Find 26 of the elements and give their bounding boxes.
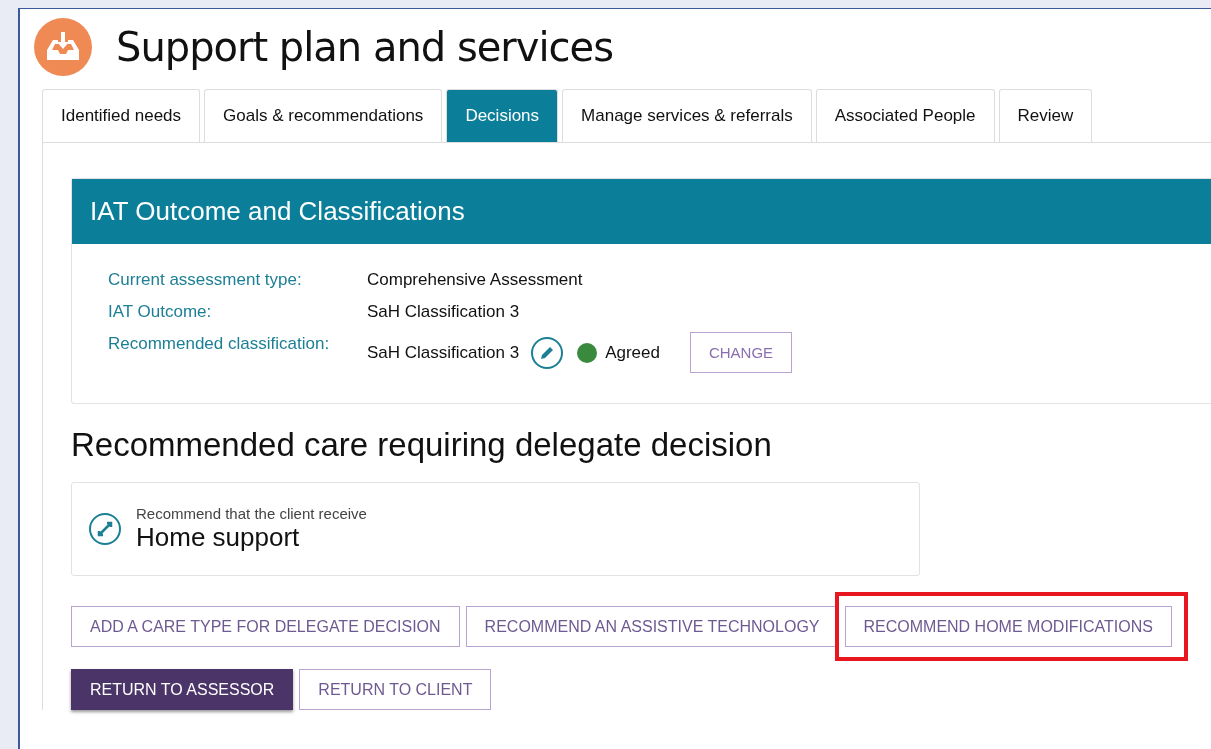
return-to-client-button[interactable]: RETURN TO CLIENT <box>299 669 492 710</box>
tab[interactable]: Associated People <box>815 89 995 142</box>
tab[interactable]: Decisions <box>446 89 559 142</box>
field-label: Current assessment type: <box>108 270 303 290</box>
action-button[interactable]: RECOMMEND HOME MODIFICATIONS <box>844 606 1172 647</box>
page-title: Support plan and services <box>116 24 613 70</box>
tab[interactable]: Identified needs <box>42 89 201 142</box>
tab[interactable]: Manage services & referrals <box>562 89 812 142</box>
card-title: IAT Outcome and Classifications <box>72 179 1211 244</box>
field-value: SaH Classification 3 <box>367 302 521 322</box>
action-button[interactable]: ADD A CARE TYPE FOR DELEGATE DECISION <box>71 606 460 647</box>
care-caption: Recommend that the client receive <box>136 505 367 522</box>
field-value: Comprehensive Assessment <box>367 270 584 290</box>
care-title: Home support <box>136 522 301 553</box>
inbox-download-icon <box>34 18 92 76</box>
field-value: SaH Classification 3 <box>367 342 520 363</box>
tab[interactable]: Review <box>998 89 1093 142</box>
status-label: Agreed <box>605 342 660 363</box>
change-button[interactable]: CHANGE <box>689 332 793 373</box>
tab[interactable]: Goals & recommendations <box>204 89 443 142</box>
expand-icon[interactable] <box>88 512 122 546</box>
section-heading: Recommended care requiring delegate decision <box>71 426 773 464</box>
edit-icon[interactable] <box>531 336 564 369</box>
field-label: IAT Outcome: <box>108 302 213 322</box>
return-to-assessor-button[interactable]: RETURN TO ASSESSOR <box>71 669 294 710</box>
field-label: Recommended classification: <box>108 334 331 354</box>
